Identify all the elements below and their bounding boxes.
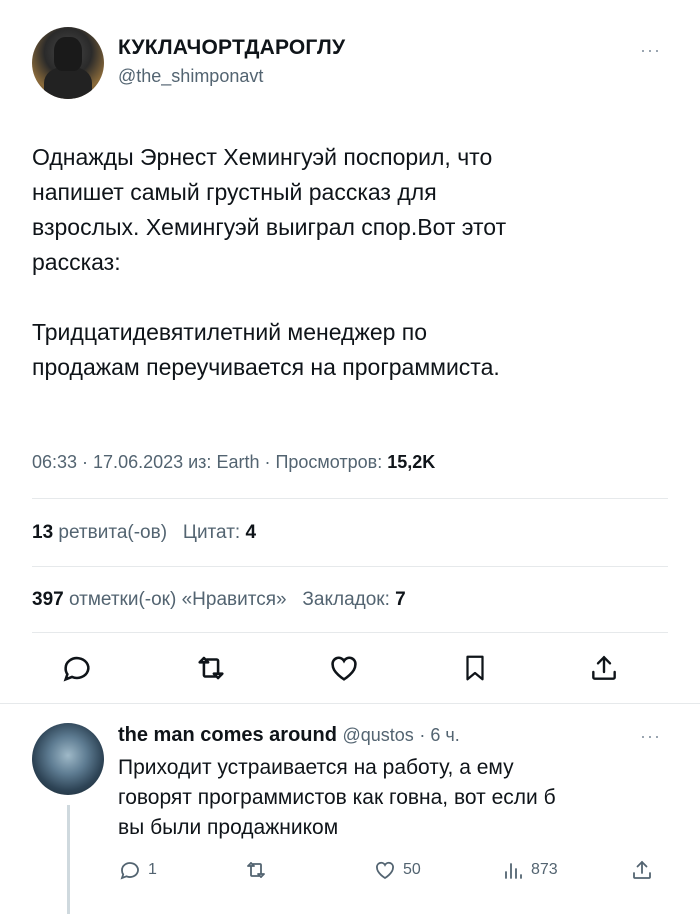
reply-reply-count: 1 bbox=[148, 861, 157, 878]
like-bookmark-stats: 397 отметки(-ок) «Нравится» Закладок: 7 bbox=[32, 589, 406, 611]
divider bbox=[32, 566, 668, 567]
like-label[interactable]: отметки(-ок) «Нравится» bbox=[69, 589, 287, 610]
retweet-count[interactable]: 13 bbox=[32, 522, 53, 543]
author-display-name[interactable]: КУКЛАЧОРТДАРОГЛУ bbox=[118, 36, 345, 60]
divider bbox=[0, 703, 700, 704]
share-icon[interactable] bbox=[588, 651, 620, 685]
reply-reply-button[interactable]: 1 bbox=[118, 858, 157, 882]
reply-icon[interactable] bbox=[60, 651, 94, 685]
tweet-action-bar bbox=[60, 648, 620, 688]
bookmark-label: Закладок: bbox=[302, 589, 390, 610]
like-icon bbox=[376, 861, 394, 880]
retweet-icon[interactable] bbox=[193, 651, 229, 685]
reply-text: Приходит устраивается на работу, а ему г… bbox=[118, 756, 556, 839]
author-avatar[interactable] bbox=[32, 27, 104, 99]
reply-author-name[interactable]: the man comes around bbox=[118, 724, 337, 746]
reply-views-count: 873 bbox=[531, 861, 558, 878]
reply-time[interactable]: · 6 ч. bbox=[419, 725, 459, 745]
reply-like-button[interactable]: 50 bbox=[373, 858, 421, 882]
reply-header: the man comes around @qustos · 6 ч. bbox=[118, 724, 460, 747]
avatar-figure-body bbox=[44, 67, 92, 99]
quote-count[interactable]: 4 bbox=[245, 522, 256, 543]
divider bbox=[32, 498, 668, 499]
tweet-paragraph-2: Тридцатидевятилетний менеджер по продажа… bbox=[32, 319, 500, 380]
bookmark-icon[interactable] bbox=[460, 651, 490, 685]
reply-retweet-button[interactable] bbox=[243, 858, 269, 882]
reply-share-button[interactable] bbox=[630, 858, 654, 882]
tweet-paragraph-1: Однажды Эрнест Хемингуэй поспорил, что н… bbox=[32, 144, 507, 275]
view-count: 15,2K bbox=[387, 452, 436, 472]
bookmark-count: 7 bbox=[395, 589, 406, 610]
like-icon[interactable] bbox=[327, 651, 361, 685]
like-count[interactable]: 397 bbox=[32, 589, 64, 610]
tweet-timestamp-source[interactable]: 06:33 · 17.06.2023 из: Earth · Просмотро… bbox=[32, 452, 387, 472]
reply-like-count: 50 bbox=[403, 861, 421, 878]
retweet-label[interactable]: ретвита(-ов) bbox=[58, 522, 167, 543]
reply-author-avatar[interactable] bbox=[32, 723, 104, 795]
reply-more-options-icon[interactable]: ··· bbox=[640, 726, 661, 747]
thread-line bbox=[67, 805, 70, 914]
quote-label[interactable]: Цитат: bbox=[183, 522, 240, 543]
more-options-icon[interactable]: ··· bbox=[640, 40, 661, 61]
share-icon bbox=[633, 860, 651, 879]
author-handle[interactable]: @the_shimponavt bbox=[118, 66, 263, 87]
reply-action-bar: 1 50 873 bbox=[118, 858, 668, 888]
tweet-text: Однажды Эрнест Хемингуэй поспорил, что н… bbox=[32, 140, 662, 385]
divider bbox=[32, 632, 668, 633]
retweet-icon bbox=[247, 862, 265, 878]
reply-views-button[interactable]: 873 bbox=[501, 858, 558, 882]
reply-icon bbox=[120, 862, 139, 880]
retweet-quote-stats: 13 ретвита(-ов) Цитат: 4 bbox=[32, 522, 256, 544]
views-icon bbox=[505, 863, 522, 879]
avatar-figure-head bbox=[54, 37, 82, 71]
tweet-meta: 06:33 · 17.06.2023 из: Earth · Просмотро… bbox=[32, 452, 435, 473]
reply-author-handle[interactable]: @qustos bbox=[343, 725, 414, 745]
